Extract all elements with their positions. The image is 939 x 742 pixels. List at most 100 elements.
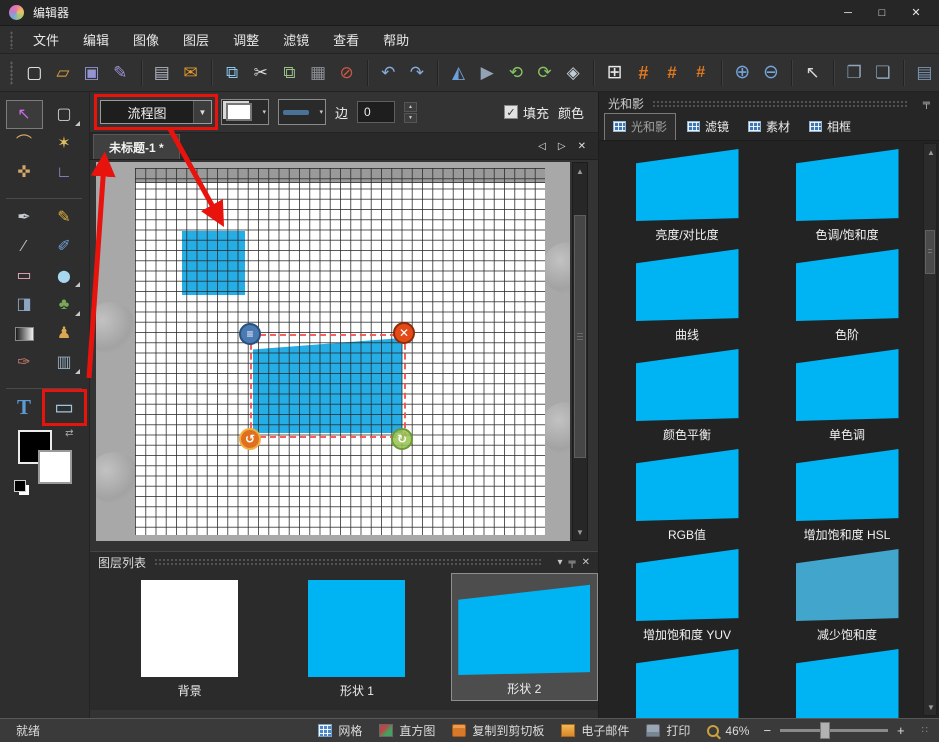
new-file-icon[interactable]: ▢ (20, 58, 49, 88)
gradient-tool[interactable] (6, 319, 43, 348)
default-colors-icon[interactable] (14, 480, 26, 492)
fill-checkbox[interactable]: ✓ (504, 105, 518, 119)
status-copy-clipboard[interactable]: 复制到剪切板 (452, 722, 544, 739)
text-tool[interactable]: T (6, 393, 43, 422)
menu-file[interactable]: 文件 (21, 26, 71, 53)
color-picker-tool[interactable]: ✑ (6, 348, 43, 377)
document-tab[interactable]: 未标题-1 * (93, 134, 180, 159)
effect-item[interactable] (607, 649, 767, 718)
effect-item[interactable]: 色调/饱和度 (767, 149, 927, 249)
flip-vertical-icon[interactable]: ▶ (473, 58, 502, 88)
redo-icon[interactable]: ↷ (403, 58, 432, 88)
maximize-button[interactable]: □ (865, 3, 899, 23)
retouch-tool[interactable]: ▥ (46, 348, 83, 377)
rotate-right-handle[interactable]: ↻ (391, 428, 413, 450)
snap-grid-wide-icon[interactable]: # (686, 58, 715, 88)
menu-edit[interactable]: 编辑 (71, 26, 121, 53)
zoom-slider-thumb[interactable] (820, 722, 830, 739)
menu-help[interactable]: 帮助 (371, 26, 421, 53)
snap-grid-dense-icon[interactable]: # (629, 58, 658, 88)
zoom-out-icon[interactable]: ⊖ (757, 58, 786, 88)
separator[interactable] (367, 60, 368, 86)
zoom-in-icon[interactable]: ⊕ (728, 58, 757, 88)
tab-light-shadow[interactable]: 光和影 (604, 113, 676, 140)
scrollbar-thumb[interactable] (574, 215, 586, 458)
scroll-up-icon[interactable]: ▲ (924, 145, 938, 159)
effect-item[interactable]: 亮度/对比度 (607, 149, 767, 249)
status-email[interactable]: 电子邮件 (561, 722, 629, 739)
minimize-button[interactable]: ─ (831, 3, 865, 23)
eraser-tool[interactable]: ▭ (6, 261, 43, 290)
undo-icon[interactable]: ↶ (374, 58, 403, 88)
crop-tool[interactable]: ∟ (46, 158, 83, 187)
snap-grid-medium-icon[interactable]: # (658, 58, 687, 88)
tab-frames[interactable]: 相框 (801, 114, 859, 140)
cut-icon[interactable]: ✂ (246, 58, 275, 88)
open-folder-icon[interactable]: ▱ (49, 58, 78, 88)
effect-item[interactable]: 曲线 (607, 249, 767, 349)
status-histogram[interactable]: 直方图 (379, 722, 435, 739)
menu-image[interactable]: 图像 (121, 26, 171, 53)
separator[interactable] (903, 60, 904, 86)
tool-divider[interactable] (6, 187, 82, 199)
separator[interactable] (833, 60, 834, 86)
edge-width-input[interactable]: 0 (357, 101, 395, 123)
layer-item[interactable]: 背景 (116, 572, 263, 699)
align-icon[interactable]: ▤ (910, 58, 939, 88)
print-icon[interactable]: ▤ (148, 58, 177, 88)
effect-item[interactable]: RGB值 (607, 449, 767, 549)
fill-tool[interactable]: ◨ (6, 290, 43, 319)
group-icon[interactable]: ❐ (840, 58, 869, 88)
tab-materials[interactable]: 素材 (740, 114, 798, 140)
save-as-icon[interactable]: ✎ (106, 58, 135, 88)
effect-item[interactable]: 减少饱和度 (767, 549, 927, 649)
effect-item[interactable] (767, 649, 927, 718)
fill-style-dropdown[interactable]: ▾ (221, 99, 269, 125)
panel-drag-area[interactable] (154, 558, 543, 566)
stepper-up-icon[interactable]: ▲ (404, 102, 417, 112)
effect-item[interactable]: 增加饱和度 YUV (607, 549, 767, 649)
layer-item[interactable]: 形状 1 (283, 572, 430, 699)
shape-type-dropdown[interactable]: 流程图 ▼ (100, 100, 212, 124)
panel-drag-area[interactable] (652, 100, 909, 108)
selection-rectangle[interactable] (250, 334, 406, 438)
layer-item[interactable]: 形状 2 (451, 573, 598, 701)
lasso-tool[interactable]: ⌒ (6, 129, 43, 158)
line-tool[interactable]: ∕ (6, 232, 43, 261)
delete-handle[interactable]: ✕ (393, 322, 415, 344)
resize-grip-icon[interactable]: ∷ (922, 725, 929, 736)
rotate-right-icon[interactable]: ⟳ (530, 58, 559, 88)
status-grid-toggle[interactable]: 网格 (318, 722, 362, 739)
tab-filters[interactable]: 滤镜 (679, 114, 737, 140)
rotate-left-handle[interactable]: ↺ (239, 428, 261, 450)
ungroup-icon[interactable]: ❏ (869, 58, 898, 88)
copy-icon[interactable]: ⧉ (218, 58, 247, 88)
background-color-swatch[interactable] (38, 450, 72, 484)
paste-image-icon[interactable]: ▦ (304, 58, 333, 88)
pin-icon[interactable]: ╤ (569, 557, 576, 568)
rotate-left-icon[interactable]: ⟲ (502, 58, 531, 88)
separator[interactable] (721, 60, 722, 86)
grid-icon[interactable]: ⊞ (600, 58, 629, 88)
separator[interactable] (211, 60, 212, 86)
separator[interactable] (437, 60, 438, 86)
next-doc-icon[interactable]: ▷ (558, 141, 566, 152)
swap-colors-icon[interactable]: ⇄ (65, 428, 73, 439)
separator[interactable] (593, 60, 594, 86)
save-icon[interactable]: ▣ (77, 58, 106, 88)
fill-checkbox-group[interactable]: ✓ 填充 (504, 103, 549, 122)
flip-horizontal-icon[interactable]: ◭ (444, 58, 473, 88)
prev-doc-icon[interactable]: ◁ (538, 141, 546, 152)
polygon-select-tool[interactable]: ✜ (6, 158, 43, 187)
resize-handle[interactable]: ≡ (239, 323, 261, 345)
email-icon[interactable]: ✉ (176, 58, 205, 88)
close-button[interactable]: ✕ (899, 3, 933, 23)
brush-tool[interactable]: ✐ (46, 232, 83, 261)
paste-icon[interactable]: ⧉ (275, 58, 304, 88)
effect-brush-tool[interactable]: ♣ (46, 290, 83, 319)
effect-item[interactable]: 单色调 (767, 349, 927, 449)
marquee-select-tool[interactable]: ▢ (46, 100, 83, 129)
color-button[interactable]: 颜色 (558, 103, 584, 122)
effect-item[interactable]: 增加饱和度 HSL (767, 449, 927, 549)
effect-item[interactable]: 颜色平衡 (607, 349, 767, 449)
